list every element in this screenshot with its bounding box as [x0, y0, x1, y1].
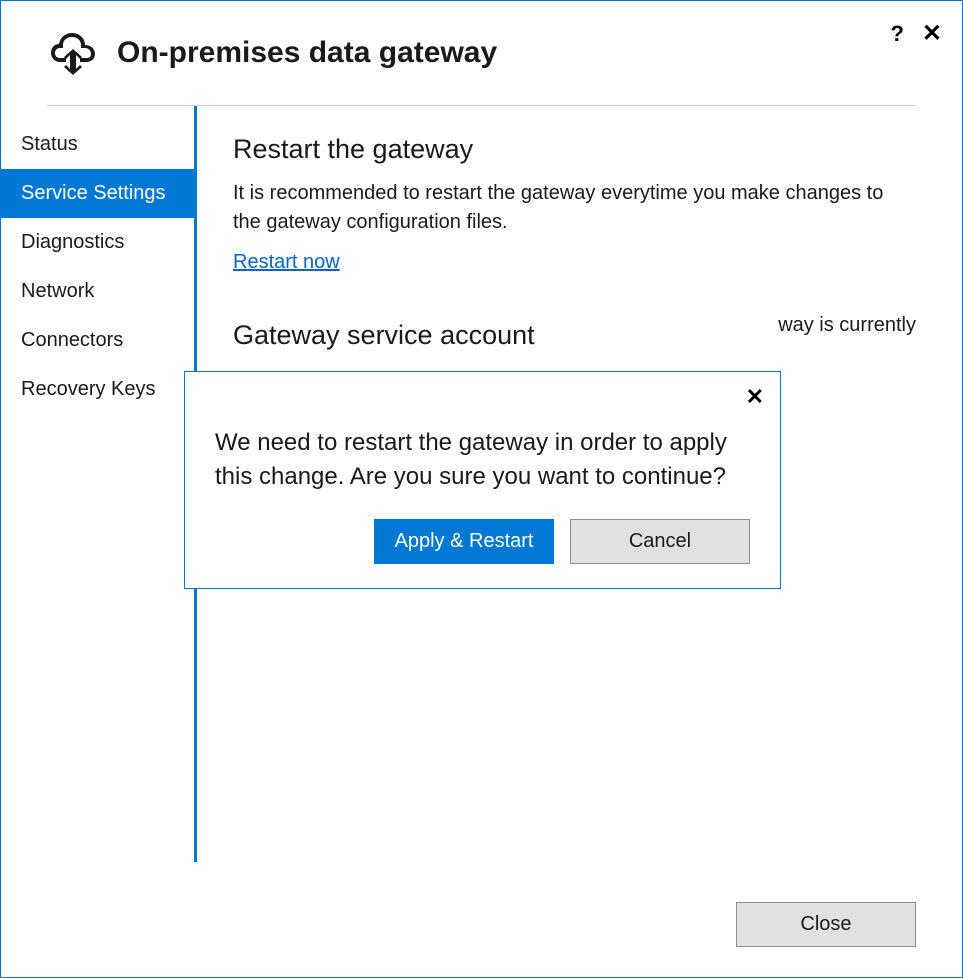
apply-restart-button[interactable]: Apply & Restart: [374, 519, 554, 564]
sidebar-item-connectors[interactable]: Connectors: [1, 316, 194, 365]
dialog-message: We need to restart the gateway in order …: [215, 426, 750, 493]
confirm-dialog: ✕ We need to restart the gateway in orde…: [184, 371, 781, 589]
sidebar: Status Service Settings Diagnostics Netw…: [1, 106, 194, 862]
sidebar-item-label: Service Settings: [21, 182, 166, 204]
titlebar: On-premises data gateway ? ✕: [1, 1, 962, 95]
app-title: On-premises data gateway: [117, 36, 497, 70]
restart-now-link[interactable]: Restart now: [233, 251, 340, 273]
sidebar-item-recovery-keys[interactable]: Recovery Keys: [1, 365, 194, 414]
footer: Close: [736, 902, 916, 947]
sidebar-item-service-settings[interactable]: Service Settings: [1, 169, 194, 218]
sidebar-item-label: Connectors: [21, 329, 123, 351]
titlebar-controls: ? ✕: [890, 21, 942, 47]
sidebar-item-network[interactable]: Network: [1, 267, 194, 316]
cancel-button[interactable]: Cancel: [570, 519, 750, 564]
close-window-icon[interactable]: ✕: [922, 22, 942, 46]
sidebar-item-label: Status: [21, 133, 78, 155]
restart-description: It is recommended to restart the gateway…: [233, 179, 916, 237]
sidebar-item-diagnostics[interactable]: Diagnostics: [1, 218, 194, 267]
sidebar-item-label: Diagnostics: [21, 231, 124, 253]
help-icon[interactable]: ?: [890, 21, 903, 47]
restart-heading: Restart the gateway: [233, 134, 916, 165]
close-icon[interactable]: ✕: [746, 386, 764, 408]
dialog-buttons: Apply & Restart Cancel: [215, 519, 750, 564]
app-window: On-premises data gateway ? ✕ Status Serv…: [0, 0, 963, 978]
service-account-partial-text: way is currently: [778, 314, 916, 337]
sidebar-item-label: Network: [21, 280, 94, 302]
close-button[interactable]: Close: [736, 902, 916, 947]
cloud-gateway-icon: [49, 31, 97, 75]
sidebar-item-status[interactable]: Status: [1, 120, 194, 169]
sidebar-item-label: Recovery Keys: [21, 378, 156, 400]
